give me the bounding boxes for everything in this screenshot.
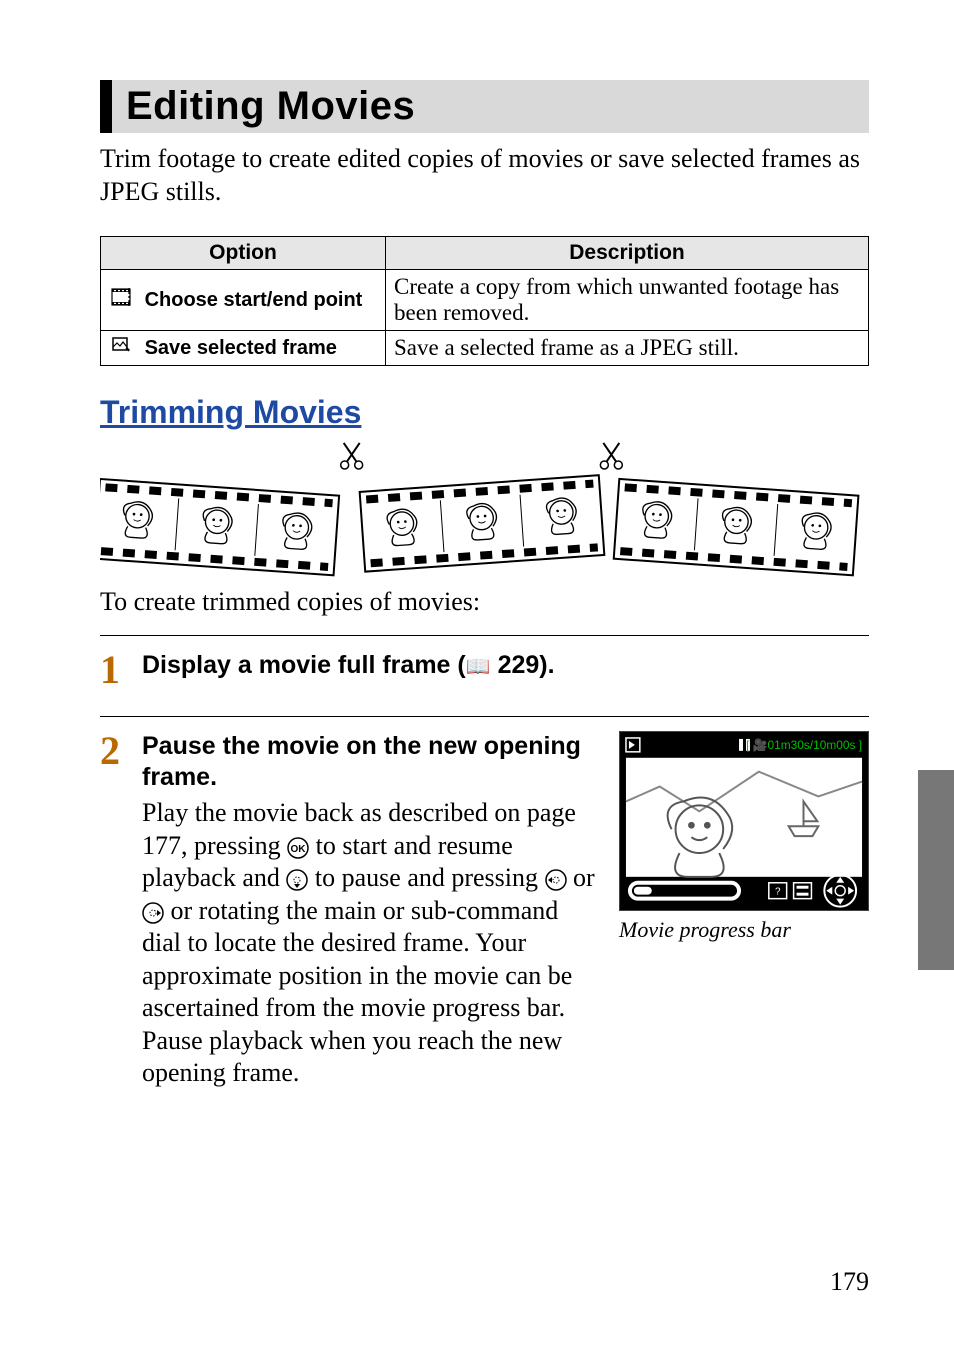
step-1: 1 Display a movie full frame (📖 229). [100,635,869,716]
lead-text: To create trimmed copies of movies: [100,587,869,617]
right-button-icon [142,899,164,927]
lcd-caption: Movie progress bar [619,917,791,943]
option-desc: Save a selected frame as a JPEG still. [386,331,869,366]
page-number: 179 [830,1267,869,1297]
step-number: 1 [100,650,128,690]
options-table: Option Description Choose start/end poin… [100,236,869,366]
table-row: Save selected frame Save a selected fram… [101,331,869,366]
step-2-heading: Pause the movie on the new opening frame… [142,731,601,794]
page-ref-icon: 📖 [466,655,491,680]
steps-list: 1 Display a movie full frame (📖 229). 2 … [100,635,869,1116]
subsection-title: Trimming Movies [100,394,869,431]
save-selected-frame-icon [109,336,133,360]
down-button-icon [286,866,308,894]
step-number: 2 [100,731,128,1090]
section-title: Editing Movies [100,80,869,133]
svg-text:OK: OK [291,844,307,855]
ok-button-icon: OK [287,834,309,862]
intro-text: Trim footage to create edited copies of … [100,143,869,208]
step-1-heading: Display a movie full frame (📖 229). [142,650,869,681]
step-2-text-part1: Play the movie back as described on page… [142,797,601,1090]
step-2: 2 Pause the movie on the new opening fra… [100,716,869,1116]
table-header-description: Description [386,237,869,270]
left-button-icon [545,866,567,894]
filmstrip-illustration [100,437,869,577]
table-row: Choose start/end point Create a copy fro… [101,270,869,331]
option-desc: Create a copy from which unwanted footag… [386,270,869,331]
step-1-head-page: 229). [491,651,555,679]
choose-start-end-icon [109,288,133,312]
option-label: Choose start/end point [145,289,363,311]
lcd-preview: [ 🎥01m30s/10m00s ] [619,731,869,944]
option-label: Save selected frame [145,337,337,359]
step-1-head-pre: Display a movie full frame ( [142,651,466,679]
svg-text:?: ? [775,886,781,897]
section-side-tab [918,770,954,970]
table-header-option: Option [101,237,386,270]
svg-text:[ 🎥01m30s/10m00s ]: [ 🎥01m30s/10m00s ] [746,738,862,752]
